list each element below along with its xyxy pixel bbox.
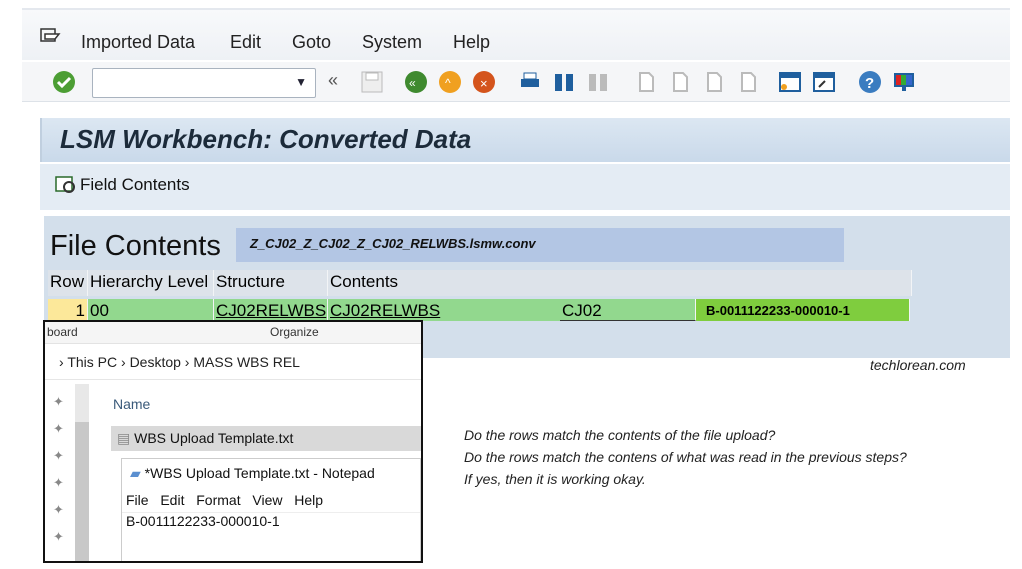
row-number: 1 bbox=[48, 299, 88, 321]
next-page-icon[interactable] bbox=[700, 70, 724, 94]
notepad-menu-view[interactable]: View bbox=[252, 492, 282, 508]
file-explorer-window: board Organize › This PC › Desktop › MAS… bbox=[43, 320, 423, 563]
file-contents-heading: File Contents bbox=[50, 230, 221, 262]
menu-system[interactable]: System bbox=[362, 32, 422, 53]
filename-field: Z_CJ02_Z_CJ02_Z_CJ02_RELWBS.lsmw.conv bbox=[236, 228, 844, 262]
notepad-text[interactable]: B-0011122233-000010-1 bbox=[122, 512, 420, 529]
notepad-menu: File Edit Format View Help bbox=[122, 488, 420, 512]
notepad-menu-edit[interactable]: Edit bbox=[160, 492, 184, 508]
page-title: LSM Workbench: Converted Data bbox=[60, 124, 472, 154]
menu-imported-data[interactable]: Imported Data bbox=[81, 32, 195, 53]
last-page-icon[interactable] bbox=[734, 70, 758, 94]
text-file-icon: ▤ bbox=[117, 430, 131, 446]
back-icon[interactable]: « bbox=[404, 70, 428, 94]
note-line: If yes, then it is working okay. bbox=[464, 471, 646, 487]
toolbar: ▼ « « ^ × ? bbox=[22, 62, 1010, 102]
menu-bar: Imported Data Edit Goto System Help bbox=[22, 8, 1010, 60]
ribbon-clipboard[interactable]: board bbox=[47, 325, 78, 339]
table-row[interactable]: 1 00 CJ02RELWBS CJ02RELWBS CJ02 B-001112… bbox=[48, 299, 910, 321]
notepad-menu-file[interactable]: File bbox=[126, 492, 149, 508]
find-icon[interactable] bbox=[552, 70, 576, 94]
column-hierarchy-level[interactable]: Hierarchy Level bbox=[88, 270, 214, 296]
watermark-caption: techlorean.com bbox=[870, 357, 966, 373]
menu-goto[interactable]: Goto bbox=[292, 32, 331, 53]
note-line: Do the rows match the contents of the fi… bbox=[464, 427, 776, 443]
scrollbar[interactable] bbox=[75, 384, 89, 561]
notes: Do the rows match the contents of the fi… bbox=[464, 424, 907, 490]
notepad-window: ▰ *WBS Upload Template.txt - Notepad Fil… bbox=[121, 458, 421, 561]
find-next-icon[interactable] bbox=[586, 70, 610, 94]
command-field[interactable]: ▼ bbox=[92, 68, 316, 98]
notepad-menu-help[interactable]: Help bbox=[294, 492, 323, 508]
svg-text:×: × bbox=[480, 76, 488, 91]
field-contents-label: Field Contents bbox=[80, 175, 190, 194]
new-session-icon[interactable] bbox=[778, 70, 802, 94]
print-icon[interactable] bbox=[518, 70, 542, 94]
menu-icon[interactable] bbox=[40, 28, 62, 46]
shortcut-icon[interactable] bbox=[812, 70, 836, 94]
column-structure[interactable]: Structure bbox=[214, 270, 328, 296]
title-bar: LSM Workbench: Converted Data bbox=[40, 118, 1010, 162]
column-row[interactable]: Row bbox=[48, 270, 88, 296]
notepad-title: ▰ *WBS Upload Template.txt - Notepad bbox=[130, 465, 375, 481]
menu-edit[interactable]: Edit bbox=[230, 32, 261, 53]
table-header: Row Hierarchy Level Structure Contents bbox=[48, 270, 912, 296]
exit-icon[interactable]: ^ bbox=[438, 70, 462, 94]
breadcrumb[interactable]: › This PC › Desktop › MASS WBS REL bbox=[45, 348, 421, 380]
menu-help[interactable]: Help bbox=[453, 32, 490, 53]
svg-text:?: ? bbox=[865, 75, 874, 92]
field-contents-button[interactable]: Field Contents bbox=[54, 174, 190, 196]
customize-layout-icon[interactable] bbox=[892, 70, 916, 94]
note-line: Do the rows match the contens of what wa… bbox=[464, 449, 907, 465]
field-contents-icon bbox=[55, 176, 75, 193]
column-name[interactable]: Name bbox=[113, 396, 150, 412]
cancel-icon[interactable]: × bbox=[472, 70, 496, 94]
notepad-icon: ▰ bbox=[130, 465, 141, 481]
contents-wbs-element: B-0011122233-000010-1 bbox=[696, 299, 910, 321]
structure-link[interactable]: CJ02RELWBS bbox=[214, 299, 328, 321]
back-arrows-icon[interactable]: « bbox=[328, 70, 352, 94]
first-page-icon[interactable] bbox=[632, 70, 656, 94]
contents-transaction: CJ02 bbox=[560, 299, 696, 321]
prev-page-icon[interactable] bbox=[666, 70, 690, 94]
file-item[interactable]: ▤ WBS Upload Template.txt bbox=[111, 426, 421, 451]
enter-icon[interactable] bbox=[52, 70, 76, 94]
chevron-down-icon[interactable]: ▼ bbox=[295, 75, 307, 89]
contents-structure: CJ02RELWBS bbox=[330, 301, 441, 320]
svg-text:^: ^ bbox=[445, 76, 451, 90]
save-icon[interactable] bbox=[360, 70, 384, 94]
help-icon[interactable]: ? bbox=[858, 70, 882, 94]
ribbon-organize[interactable]: Organize bbox=[270, 325, 319, 339]
column-contents[interactable]: Contents bbox=[328, 270, 912, 296]
application-toolbar: Field Contents bbox=[40, 164, 1010, 210]
svg-text:«: « bbox=[409, 76, 416, 90]
notepad-menu-format[interactable]: Format bbox=[196, 492, 240, 508]
ribbon: board Organize bbox=[45, 322, 421, 344]
hierarchy-level: 00 bbox=[88, 299, 214, 321]
